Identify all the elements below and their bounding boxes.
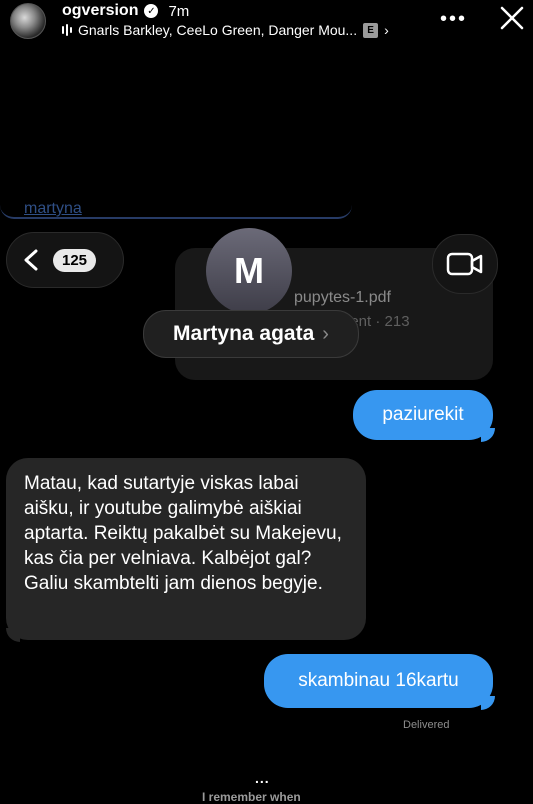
explicit-badge: E <box>363 22 379 38</box>
bubble-tail <box>481 428 495 442</box>
chevron-right-icon: › <box>322 322 329 345</box>
chevron-right-icon: › <box>384 22 389 38</box>
verified-badge-icon: ✓ <box>144 4 159 18</box>
outgoing-message[interactable]: skambinau 16kartu <box>264 654 493 708</box>
more-horizontal-icon[interactable]: ••• <box>440 8 467 31</box>
previous-message-link[interactable]: martyna <box>24 200 82 218</box>
contact-name-pill[interactable]: Martyna agata › <box>143 310 359 358</box>
more-dots: ... <box>255 770 270 786</box>
video-camera-icon <box>446 252 483 276</box>
contact-avatar[interactable]: M <box>206 228 292 314</box>
close-icon[interactable] <box>499 5 525 31</box>
profile-avatar[interactable] <box>10 3 46 39</box>
incoming-message[interactable]: Matau, kad sutartyje viskas labai aišku,… <box>6 458 366 640</box>
contact-name: Martyna agata <box>173 322 315 345</box>
music-track: Gnarls Barkley, CeeLo Green, Danger Mou.… <box>78 22 358 38</box>
file-name: pupytes-1.pdf <box>294 289 391 306</box>
username-row: ogversion ✓ 7m <box>62 2 189 20</box>
music-row[interactable]: Gnarls Barkley, CeeLo Green, Danger Mou.… <box>62 22 389 38</box>
post-time: 7m <box>168 2 190 20</box>
back-button[interactable]: 125 <box>6 232 124 288</box>
unread-count-badge: 125 <box>53 248 97 272</box>
bubble-tail <box>481 696 495 710</box>
bubble-tail <box>6 628 20 642</box>
story-header: ogversion ✓ 7m Gnarls Barkley, CeeLo Gre… <box>0 0 533 44</box>
audio-equalizer-icon <box>62 24 72 36</box>
video-call-button[interactable] <box>432 234 498 294</box>
username[interactable]: ogversion <box>62 2 138 20</box>
story-caption: I remember when <box>202 790 301 804</box>
delivery-status: Delivered <box>403 719 450 731</box>
outgoing-message[interactable]: paziurekit <box>353 390 493 440</box>
chevron-left-icon <box>24 249 38 271</box>
